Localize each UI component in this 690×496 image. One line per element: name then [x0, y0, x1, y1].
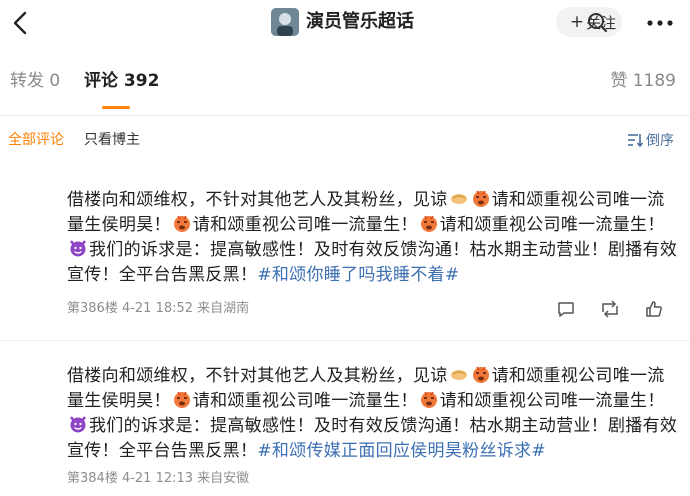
comment-meta: 第386楼 4-21 18:52 来自湖南	[67, 301, 250, 316]
more-icon	[647, 20, 673, 26]
plus-icon: +	[569, 12, 585, 32]
angry-emoji-icon	[420, 391, 437, 408]
tab-comment[interactable]: 评论 392	[84, 70, 159, 92]
section-spacer	[0, 165, 690, 179]
repost-button[interactable]	[588, 297, 632, 321]
tab-repost-label: 转发	[10, 71, 44, 91]
tab-repost[interactable]: 转发 0	[10, 70, 60, 92]
handshake-emoji-icon	[450, 370, 467, 380]
devil-emoji-icon	[70, 240, 86, 257]
tab-like[interactable]: 赞 1189	[610, 70, 676, 92]
tab-like-count: 1189	[632, 71, 676, 91]
like-button[interactable]	[632, 297, 676, 321]
active-tab-indicator	[102, 106, 130, 109]
search-icon	[588, 13, 608, 33]
comment-text-part: 请和颂重视公司唯一流量生！	[192, 215, 418, 235]
top-bar: 演员管乐超话 + 关注	[0, 0, 690, 46]
comment-text-part: 请和颂重视公司唯一流量生！	[439, 391, 665, 411]
angry-emoji-icon	[472, 366, 489, 383]
sort-icon	[628, 134, 643, 147]
filter-all-comments[interactable]: 全部评论	[8, 130, 64, 150]
angry-emoji-icon	[420, 215, 437, 232]
comment-text-part: 借楼向和颂维权，不针对其他艺人及其粉丝，见谅	[67, 366, 448, 386]
tab-repost-count: 0	[49, 71, 61, 91]
hashtag-link[interactable]: #和颂传媒正面回应侯明昊粉丝诉求#	[257, 441, 546, 461]
like-icon	[646, 301, 662, 317]
comment-text: 借楼向和颂维权，不针对其他艺人及其粉丝，见谅 请和颂重视公司唯一流量生侯明昊！ 请和…	[67, 188, 679, 288]
tab-like-label: 赞	[610, 71, 628, 91]
back-arrow-icon	[13, 11, 27, 35]
follow-button[interactable]: + 关注	[556, 7, 622, 37]
comment-meta: 第384楼 4-21 12:13 来自安徽	[67, 471, 250, 486]
comment-text: 借楼向和颂维权，不针对其他艺人及其粉丝，见谅 请和颂重视公司唯一流量生侯明昊！ 请和…	[67, 364, 679, 464]
filter-owner-only[interactable]: 只看博主	[84, 130, 140, 150]
angry-emoji-icon	[472, 190, 489, 207]
repost-icon	[602, 300, 618, 318]
handshake-emoji-icon	[450, 194, 467, 204]
comment-text-part: 请和颂重视公司唯一流量生！	[439, 215, 665, 235]
sort-toggle[interactable]: 倒序	[627, 130, 674, 150]
tab-comment-count: 392	[123, 71, 160, 91]
tab-comment-label: 评论	[84, 71, 118, 91]
hashtag-link[interactable]: #和颂你睡了吗我睡不着#	[257, 265, 459, 285]
tab-bar: 转发 0 评论 392 赞 1189	[0, 46, 690, 116]
sort-label: 倒序	[646, 133, 674, 149]
comment-text-part: 借楼向和颂维权，不针对其他艺人及其粉丝，见谅	[67, 190, 448, 210]
comment-actions	[544, 297, 676, 321]
angry-emoji-icon	[173, 391, 190, 408]
angry-emoji-icon	[173, 215, 190, 232]
topic-avatar[interactable]	[271, 8, 299, 36]
comment-text-part: 请和颂重视公司唯一流量生！	[192, 391, 418, 411]
more-button[interactable]	[640, 9, 680, 37]
comment-filter-bar: 全部评论 只看博主 倒序	[0, 117, 690, 165]
reply-button[interactable]	[544, 297, 588, 321]
topic-title[interactable]: 演员管乐超话	[306, 10, 414, 34]
comment-divider	[0, 340, 690, 341]
back-button[interactable]	[6, 8, 36, 38]
devil-emoji-icon	[70, 416, 86, 433]
reply-icon	[558, 302, 574, 317]
